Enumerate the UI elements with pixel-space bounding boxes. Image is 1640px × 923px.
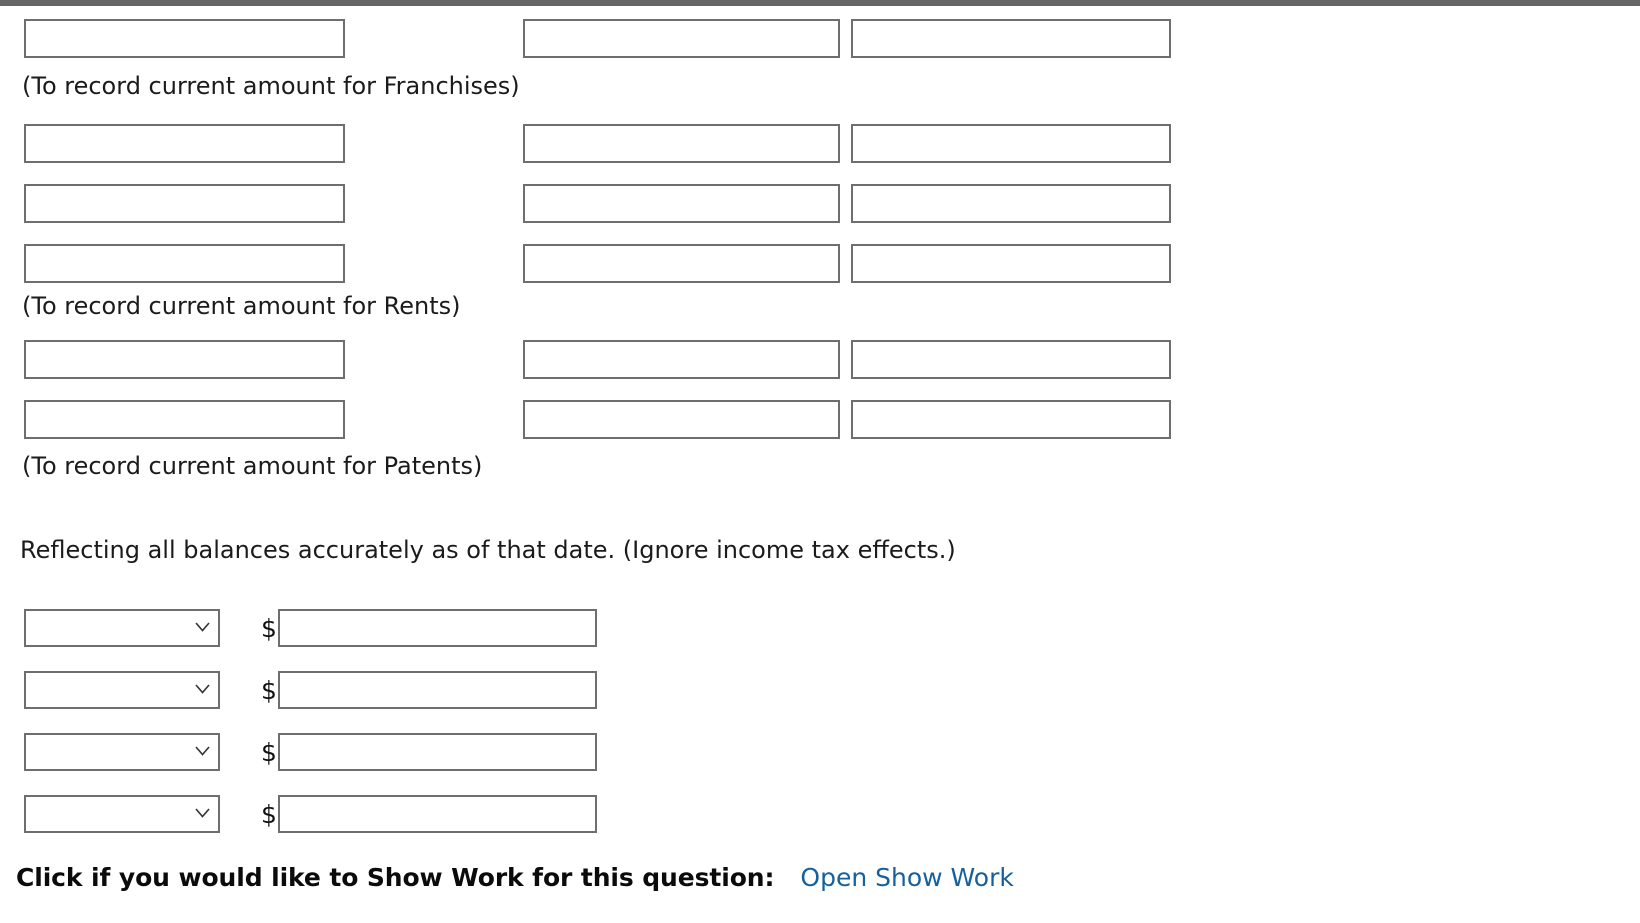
balance-row: $ — [0, 733, 900, 773]
journal-debit-input[interactable] — [523, 400, 840, 439]
journal-entry-row — [0, 124, 1640, 163]
currency-symbol: $ — [261, 800, 277, 829]
journal-credit-input[interactable] — [851, 184, 1171, 223]
journal-debit-input[interactable] — [523, 124, 840, 163]
journal-debit-input[interactable] — [523, 19, 840, 58]
balance-row: $ — [0, 795, 900, 835]
category-select[interactable] — [24, 733, 220, 771]
category-select-wrapper[interactable] — [24, 609, 220, 647]
category-select[interactable] — [24, 609, 220, 647]
journal-debit-input[interactable] — [523, 184, 840, 223]
journal-entry-row — [0, 340, 1640, 379]
currency-symbol: $ — [261, 614, 277, 643]
journal-credit-input[interactable] — [851, 19, 1171, 58]
journal-entry-row — [0, 19, 1640, 58]
journal-entry-row — [0, 184, 1640, 223]
balance-row: $ — [0, 671, 900, 711]
currency-symbol: $ — [261, 738, 277, 767]
journal-credit-input[interactable] — [851, 244, 1171, 283]
journal-debit-input[interactable] — [523, 244, 840, 283]
journal-account-input[interactable] — [24, 340, 345, 379]
journal-account-input[interactable] — [24, 19, 345, 58]
category-select-wrapper[interactable] — [24, 733, 220, 771]
journal-account-input[interactable] — [24, 124, 345, 163]
currency-symbol: $ — [261, 676, 277, 705]
journal-account-input[interactable] — [24, 184, 345, 223]
journal-credit-input[interactable] — [851, 124, 1171, 163]
amount-input[interactable] — [278, 733, 597, 771]
amount-input[interactable] — [278, 609, 597, 647]
category-select[interactable] — [24, 671, 220, 709]
instruction-paragraph: Reflecting all balances accurately as of… — [20, 536, 956, 564]
journal-account-input[interactable] — [24, 400, 345, 439]
open-show-work-link[interactable]: Open Show Work — [800, 863, 1013, 892]
journal-group-caption-franchises: (To record current amount for Franchises… — [22, 72, 520, 100]
journal-credit-input[interactable] — [851, 340, 1171, 379]
journal-entry-row — [0, 400, 1640, 439]
journal-entry-row — [0, 244, 1640, 283]
show-work-footer: Click if you would like to Show Work for… — [16, 861, 1014, 895]
journal-account-input[interactable] — [24, 244, 345, 283]
category-select[interactable] — [24, 795, 220, 833]
question-body: (To record current amount for Franchises… — [0, 6, 1640, 923]
journal-group-caption-patents: (To record current amount for Patents) — [22, 452, 483, 480]
journal-group-caption-rents: (To record current amount for Rents) — [22, 292, 461, 320]
journal-debit-input[interactable] — [523, 340, 840, 379]
amount-input[interactable] — [278, 671, 597, 709]
balance-row: $ — [0, 609, 900, 649]
category-select-wrapper[interactable] — [24, 671, 220, 709]
category-select-wrapper[interactable] — [24, 795, 220, 833]
show-work-label: Click if you would like to Show Work for… — [16, 863, 775, 892]
amount-input[interactable] — [278, 795, 597, 833]
journal-credit-input[interactable] — [851, 400, 1171, 439]
